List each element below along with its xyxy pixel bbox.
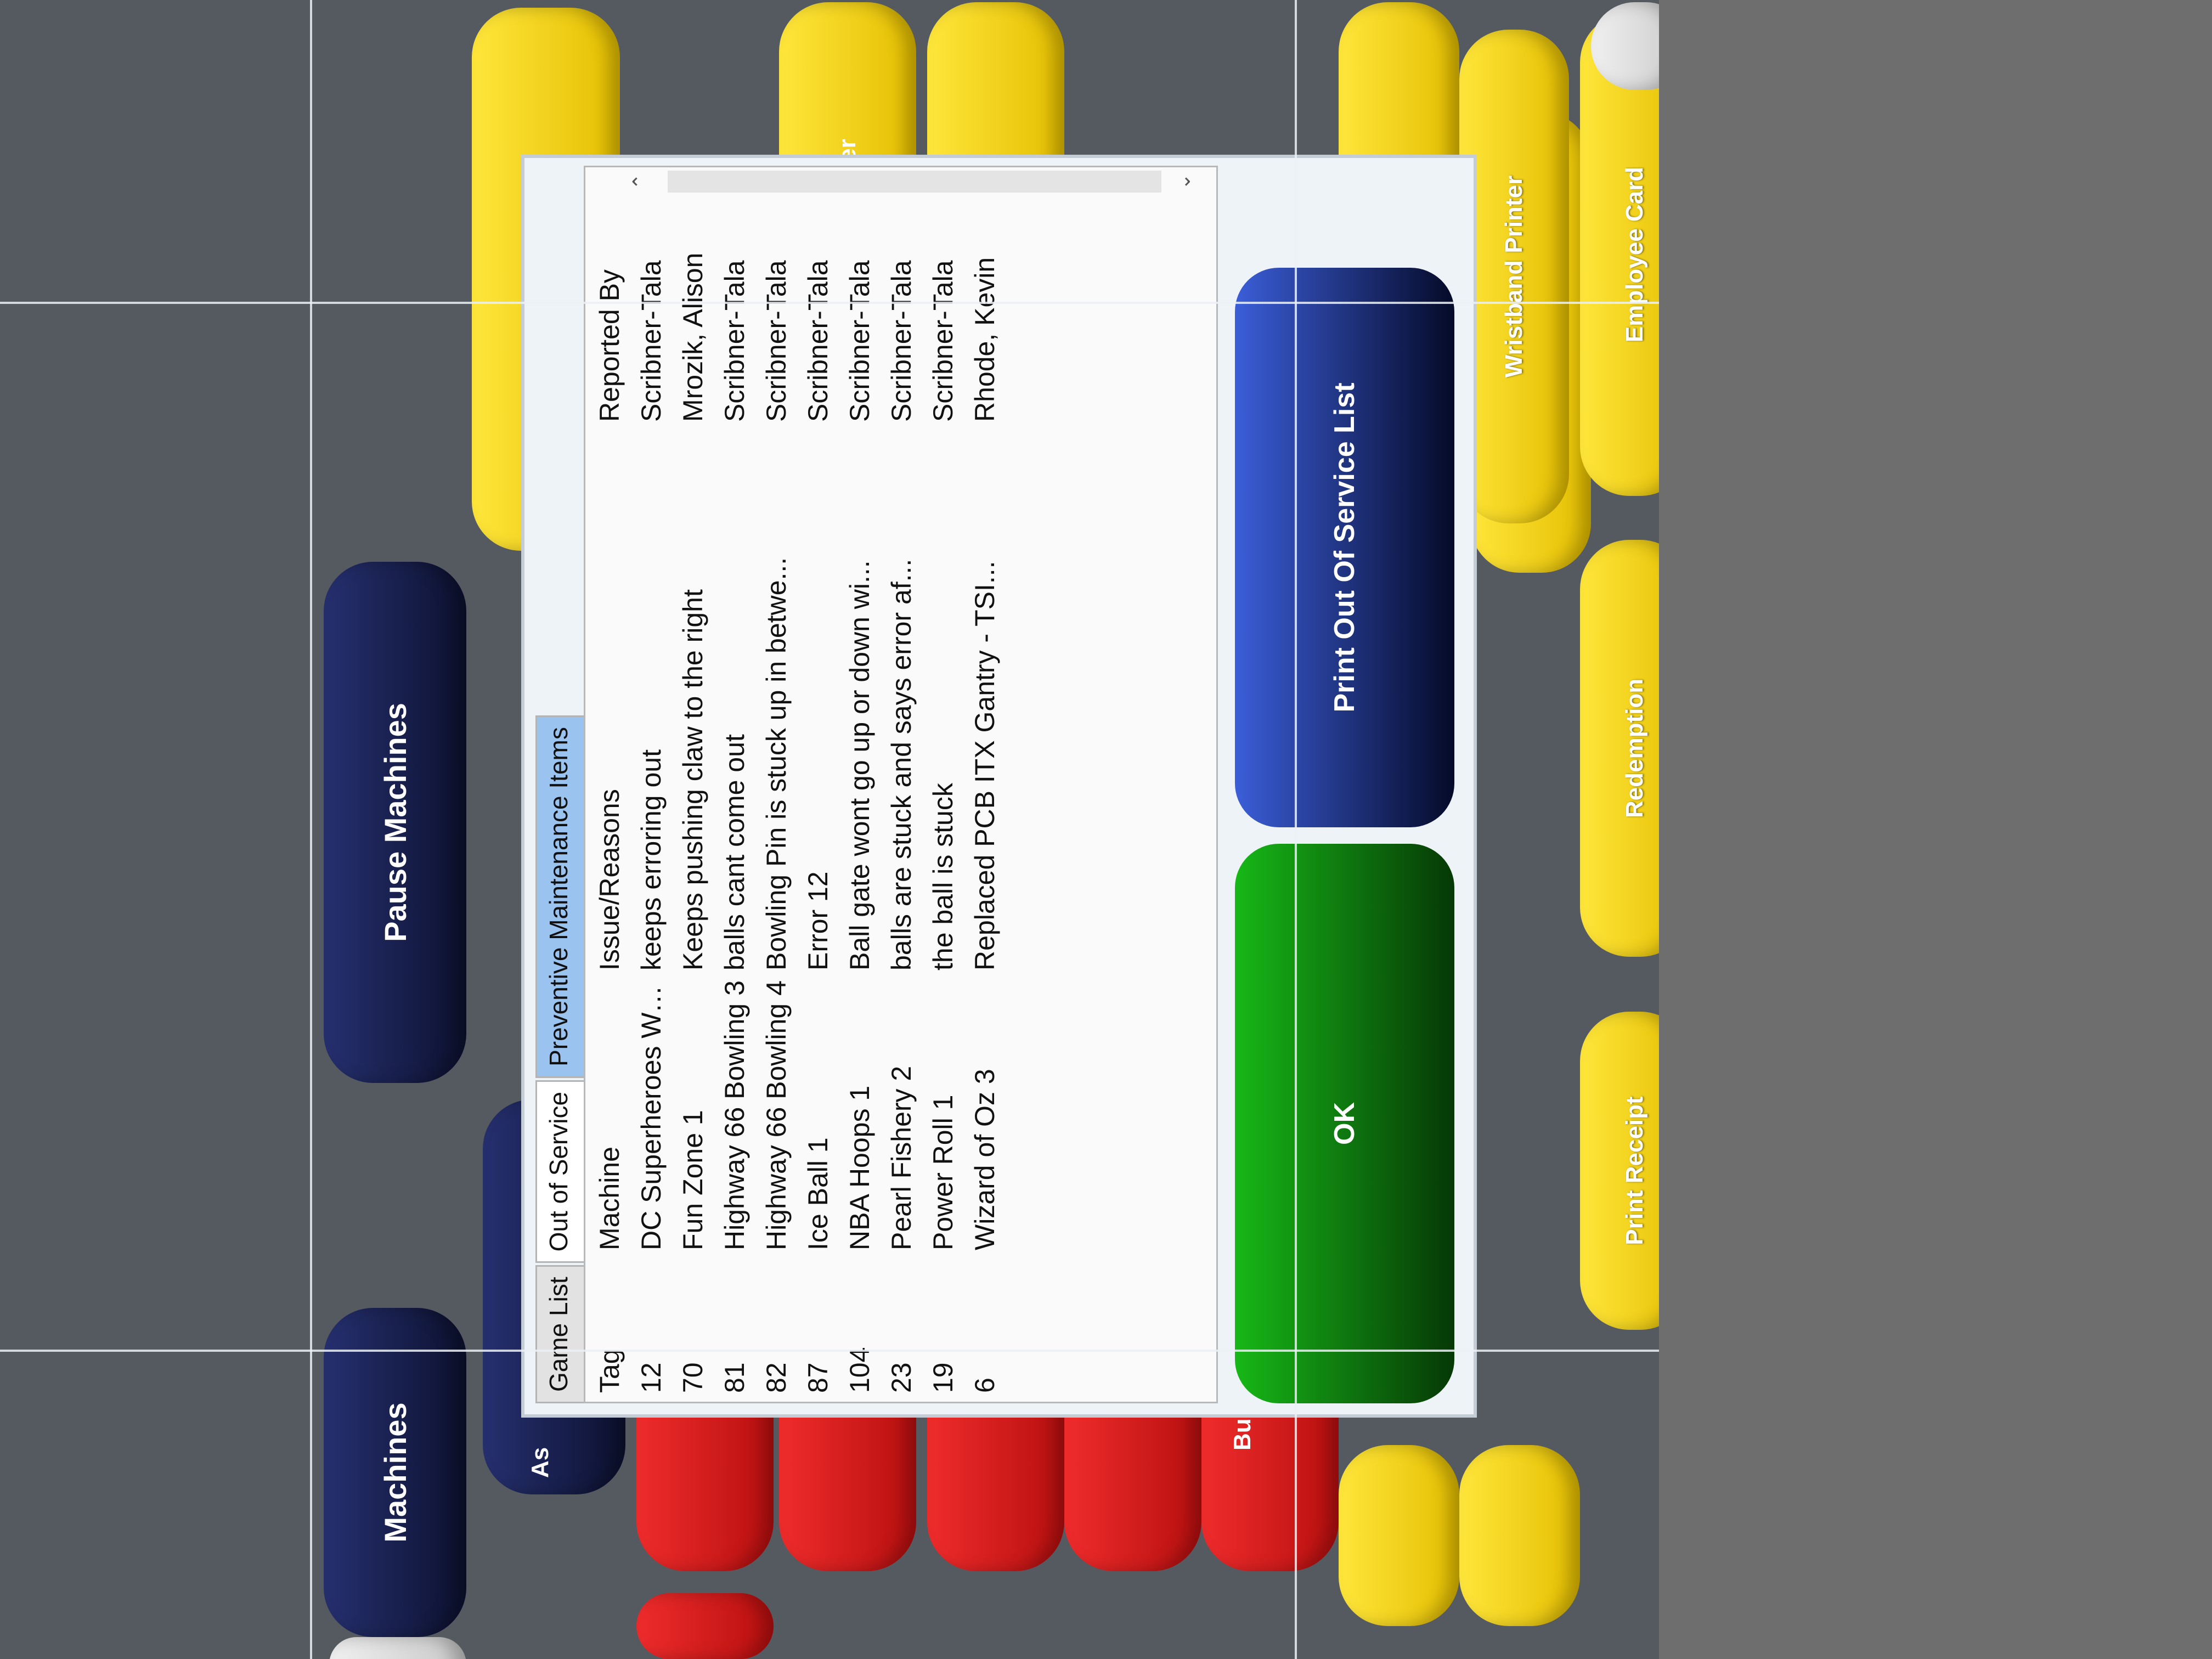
pause-machines-button[interactable]: Pause Machines: [324, 562, 466, 1083]
cell-machine: DC Superheroes Won...: [636, 979, 667, 1250]
column-header-reported-by[interactable]: Reported By: [594, 195, 625, 431]
cell-reported-by: Scribner-Tala: [803, 260, 833, 422]
table-row[interactable]: 12 DC Superheroes Won... keeps erroring …: [630, 195, 672, 1402]
table-row[interactable]: 6 Wizard of Oz 3 Replaced PCB ITX Gantry…: [964, 195, 1006, 1402]
red-button-1[interactable]: [636, 1593, 774, 1659]
cell-tag: 82: [761, 1362, 792, 1393]
cell-machine: Pearl Fishery 2: [886, 1065, 917, 1250]
cell-machine: Highway 66 Bowling 3: [719, 980, 750, 1250]
print-receipt-button[interactable]: Print Receipt: [1580, 1012, 1659, 1330]
table-row[interactable]: 81 Highway 66 Bowling 3 balls cant come …: [714, 195, 755, 1402]
cell-reported-by: Rhode, Kevin: [969, 257, 1000, 422]
yellow-button-left-row-1[interactable]: [1339, 1445, 1459, 1626]
cell-tag: 23: [886, 1362, 917, 1393]
out-of-service-dialog: Game List Out of Service Preventive Main…: [521, 155, 1477, 1418]
cell-reported-by: Scribner-Tala: [844, 260, 875, 422]
cell-tag: 70: [678, 1362, 708, 1393]
cell-machine: Power Roll 1: [928, 1094, 958, 1250]
table-row[interactable]: 87 Ice Ball 1 Error 12 Scribner-Tala: [797, 195, 839, 1402]
cell-tag: 87: [803, 1362, 833, 1393]
cell-issue: the ball is stuck: [928, 783, 958, 970]
cell-reported-by: Scribner-Tala: [719, 260, 750, 422]
cell-issue: Ball gate wont go up or down wi...: [844, 560, 875, 970]
print-out-of-service-list-button[interactable]: Print Out Of Service List: [1235, 268, 1454, 827]
cell-issue: Replaced PCB ITX Gantry - TSI...: [969, 561, 1000, 970]
table-row[interactable]: 82 Highway 66 Bowling 4 Bowling Pin is s…: [755, 195, 797, 1402]
chevron-up-icon[interactable]: ⌃: [629, 171, 651, 193]
grey-button-top[interactable]: [329, 1637, 466, 1659]
cell-tag: 81: [719, 1362, 750, 1393]
table-row[interactable]: 23 Pearl Fishery 2 balls are stuck and s…: [881, 195, 922, 1402]
table-row[interactable]: 70 Fun Zone 1 Keeps pushing claw to the …: [672, 195, 714, 1402]
cell-machine: Wizard of Oz 3: [969, 1069, 1000, 1250]
column-header-issue[interactable]: Issue/Reasons: [594, 431, 625, 979]
out-of-service-table: Tag Machine Issue/Reasons Reported By 12…: [584, 166, 1218, 1403]
table-header: Tag Machine Issue/Reasons Reported By: [589, 195, 630, 1402]
cell-reported-by: Mrozik, Alison: [678, 252, 708, 422]
touchscreen: Machines Pause Machines Clear Cards Prin…: [0, 0, 1659, 1659]
cell-issue: Bowling Pin is stuck up in betwe...: [761, 557, 792, 970]
cell-tag: 12: [636, 1362, 667, 1393]
cell-machine: Ice Ball 1: [803, 1137, 833, 1250]
cell-reported-by: Scribner-Tala: [928, 260, 958, 422]
overlay-grid-line: [310, 0, 312, 1659]
peek-label-as: As: [527, 1447, 554, 1478]
column-header-tag[interactable]: Tag: [594, 1259, 625, 1402]
cell-machine: NBA Hoops 1: [844, 1085, 875, 1250]
cell-machine: Fun Zone 1: [678, 1110, 708, 1250]
cell-tag: 6: [969, 1378, 1000, 1393]
yellow-button-left-row-2[interactable]: [1459, 1445, 1580, 1626]
cell-reported-by: Scribner-Tala: [886, 260, 917, 422]
vertical-scrollbar[interactable]: [668, 171, 1161, 193]
cell-issue: keeps erroring out: [636, 749, 667, 970]
cell-issue: Error 12: [803, 871, 833, 970]
cell-tag: 19: [928, 1362, 958, 1393]
overlay-grid-line: [0, 302, 1659, 304]
ok-button[interactable]: OK: [1235, 844, 1454, 1403]
cell-machine: Highway 66 Bowling 4: [761, 980, 792, 1250]
cell-issue: balls cant come out: [719, 734, 750, 970]
chevron-down-icon[interactable]: ⌄: [1172, 171, 1194, 193]
machines-button[interactable]: Machines: [324, 1308, 466, 1637]
tab-preventive-maintenance-items[interactable]: Preventive Maintenance Items: [535, 715, 585, 1078]
table-row[interactable]: 104 NBA Hoops 1 Ball gate wont go up or …: [839, 195, 881, 1402]
dialog-tabs: Game List Out of Service Preventive Main…: [535, 713, 585, 1403]
cell-reported-by: Scribner-Tala: [636, 260, 667, 422]
column-header-machine[interactable]: Machine: [594, 979, 625, 1259]
tab-game-list[interactable]: Game List: [535, 1265, 585, 1403]
overlay-grid-line: [0, 1350, 1659, 1352]
cell-issue: balls are stuck and says error af...: [886, 558, 917, 970]
cell-reported-by: Scribner-Tala: [761, 260, 792, 422]
tab-out-of-service[interactable]: Out of Service: [535, 1080, 585, 1263]
overlay-grid-line: [1295, 0, 1297, 1659]
table-row[interactable]: 19 Power Roll 1 the ball is stuck Scribn…: [922, 195, 964, 1402]
redemption-button[interactable]: Redemption: [1580, 540, 1659, 957]
cell-issue: Keeps pushing claw to the right: [678, 589, 708, 970]
cell-tag: 104: [844, 1347, 875, 1393]
